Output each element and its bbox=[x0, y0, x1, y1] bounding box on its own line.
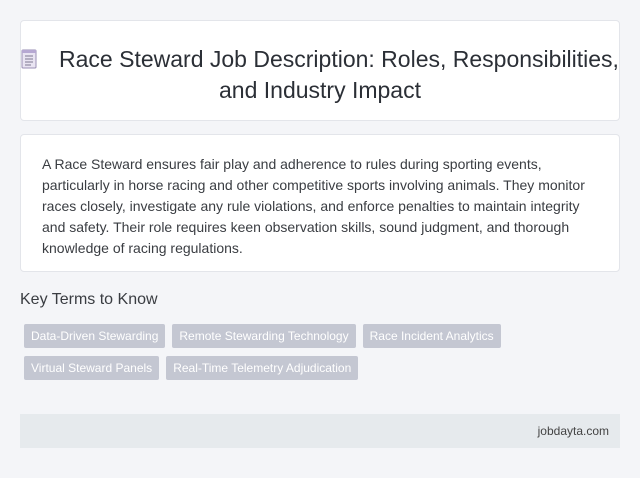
tag-data-driven-stewarding[interactable]: Data-Driven Stewarding bbox=[24, 324, 166, 348]
title-card: Race Steward Job Description: Roles, Res… bbox=[20, 20, 620, 121]
document-icon bbox=[21, 46, 37, 69]
footer: jobdayta.com bbox=[20, 414, 620, 448]
description-card: A Race Steward ensures fair play and adh… bbox=[20, 134, 620, 272]
tag-remote-stewarding-technology[interactable]: Remote Stewarding Technology bbox=[172, 324, 356, 348]
tag-real-time-telemetry-adjudication[interactable]: Real-Time Telemetry Adjudication bbox=[166, 356, 359, 380]
page-title: Race Steward Job Description: Roles, Res… bbox=[21, 44, 619, 106]
footer-site-link[interactable]: jobdayta.com bbox=[538, 424, 609, 438]
key-terms-tags: Data-Driven Stewarding Remote Stewarding … bbox=[24, 324, 584, 388]
tag-virtual-steward-panels[interactable]: Virtual Steward Panels bbox=[24, 356, 160, 380]
tag-race-incident-analytics[interactable]: Race Incident Analytics bbox=[362, 324, 501, 348]
description-text: A Race Steward ensures fair play and adh… bbox=[42, 156, 585, 256]
key-terms-heading: Key Terms to Know bbox=[20, 291, 158, 308]
page-title-text: Race Steward Job Description: Roles, Res… bbox=[59, 46, 619, 103]
